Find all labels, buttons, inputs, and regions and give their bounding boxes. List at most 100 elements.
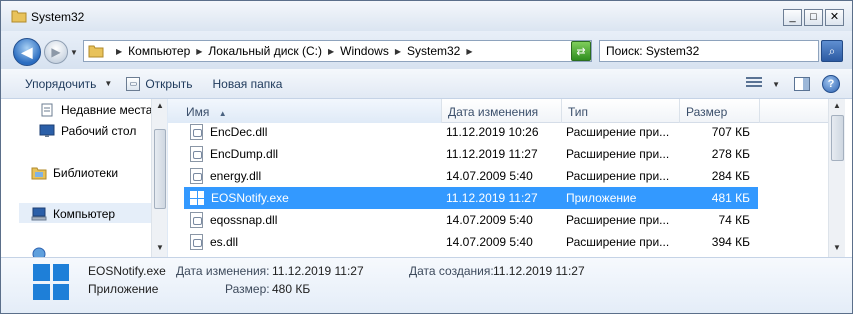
file-size: 284 КБ	[711, 169, 750, 183]
chevron-right-icon[interactable]: ▶	[466, 47, 472, 56]
file-date: 14.07.2009 5:40	[446, 169, 533, 183]
details-created-value: 11.12.2019 11:27	[493, 264, 585, 278]
address-bar[interactable]: ▶ Компьютер ▶ Локальный диск (C:) ▶ Wind…	[83, 40, 592, 62]
help-icon[interactable]: ?	[822, 75, 840, 93]
maximize-button[interactable]: □	[804, 9, 823, 26]
chevron-right-icon[interactable]: ▶	[196, 47, 202, 56]
file-type: Расширение при...	[566, 213, 670, 227]
address-row: ◀ ▶ ▼ ▶ Компьютер ▶ Локальный диск (C:) …	[1, 31, 852, 69]
refresh-button[interactable]: ⇄	[571, 41, 591, 61]
nav-label-libraries: Библиотеки	[53, 166, 119, 180]
file-type: Расширение при...	[566, 125, 670, 139]
table-row[interactable]: energy.dll 14.07.2009 5:40 Расширение пр…	[184, 165, 758, 187]
nav-item-desktop[interactable]: Рабочий стол	[39, 124, 136, 138]
file-size: 74 КБ	[718, 213, 750, 227]
dll-icon	[190, 146, 203, 162]
table-row[interactable]: EncDump.dll 11.12.2019 11:27 Расширение …	[184, 143, 758, 165]
file-date: 11.12.2019 10:26	[446, 125, 539, 139]
column-header-name[interactable]: Имя ▲	[168, 99, 442, 123]
navigation-pane: Недавние места Рабочий стол Библиотеки К…	[1, 99, 167, 261]
file-date: 14.07.2009 5:40	[446, 213, 533, 227]
open-button[interactable]: ▭ Открыть	[126, 76, 192, 91]
desktop-icon	[39, 124, 55, 137]
dll-icon	[190, 168, 203, 184]
column-header-type[interactable]: Тип	[562, 99, 680, 123]
organize-button[interactable]: Упорядочить ▼	[25, 77, 112, 91]
explorer-window: System32 _ □ ✕ ◀ ▶ ▼ ▶ Компьютер ▶ Локал…	[0, 0, 853, 314]
breadcrumb-system32[interactable]: System32	[407, 44, 460, 58]
new-folder-button[interactable]: Новая папка	[212, 77, 282, 91]
file-size: 278 КБ	[711, 147, 750, 161]
search-icon: ⌕	[828, 43, 836, 58]
file-name: energy.dll	[210, 169, 262, 183]
file-list-scroll-thumb[interactable]	[831, 115, 844, 161]
column-label-name: Имя	[186, 105, 210, 119]
view-options-icon[interactable]	[746, 77, 763, 91]
folder-icon	[88, 45, 104, 57]
refresh-icon: ⇄	[576, 45, 586, 58]
column-header-size[interactable]: Размер	[680, 99, 760, 123]
title-bar: System32 _ □ ✕	[1, 1, 852, 31]
preview-pane-icon[interactable]	[794, 77, 810, 91]
scroll-down-icon[interactable]: ▼	[156, 243, 164, 252]
file-name: EOSNotify.exe	[211, 191, 289, 205]
file-name: EncDump.dll	[210, 147, 279, 161]
search-button[interactable]: ⌕	[821, 40, 843, 62]
file-size: 481 КБ	[711, 191, 750, 205]
details-size-label: Размер:	[225, 282, 270, 296]
details-file-kind: Приложение	[88, 282, 159, 296]
table-row[interactable]: eqossnap.dll 14.07.2009 5:40 Расширение …	[184, 209, 758, 231]
table-row-selected[interactable]: EOSNotify.exe 11.12.2019 11:27 Приложени…	[184, 187, 758, 209]
chevron-right-icon[interactable]: ▶	[328, 47, 334, 56]
nav-scroll-thumb[interactable]	[154, 129, 166, 209]
details-pane: EOSNotify.exe Приложение Дата изменения:…	[1, 257, 852, 313]
folder-icon	[11, 10, 27, 23]
minimize-button[interactable]: _	[783, 9, 802, 26]
column-label-date: Дата изменения	[448, 105, 539, 119]
file-list-scrollbar[interactable]: ▲ ▼	[828, 99, 845, 257]
details-file-name: EOSNotify.exe	[88, 264, 166, 278]
window-title: System32	[31, 10, 85, 24]
nav-label-computer: Компьютер	[53, 207, 116, 221]
command-bar: Упорядочить ▼ ▭ Открыть Новая папка ▼ ?	[1, 69, 852, 99]
nav-item-computer[interactable]: Компьютер	[31, 207, 115, 221]
file-list-pane: Имя ▲ Дата изменения Тип Размер EncDec.d…	[168, 99, 852, 257]
chevron-right-icon[interactable]: ▶	[116, 47, 122, 56]
arrow-right-icon: ▶	[51, 45, 61, 59]
details-modified-label: Дата изменения:	[176, 264, 270, 278]
table-row[interactable]: es.dll 14.07.2009 5:40 Расширение при...…	[184, 231, 758, 253]
column-header-date[interactable]: Дата изменения	[442, 99, 562, 123]
file-type: Приложение	[566, 191, 637, 205]
close-button[interactable]: ✕	[825, 9, 844, 26]
chevron-down-icon[interactable]: ▼	[772, 80, 780, 89]
file-name: es.dll	[210, 235, 239, 249]
nav-item-recent[interactable]: Недавние места	[39, 103, 152, 117]
nav-item-libraries[interactable]: Библиотеки	[31, 166, 118, 180]
breadcrumb-local-disk[interactable]: Локальный диск (C:)	[208, 44, 322, 58]
recent-pages-dropdown[interactable]: ▼	[70, 48, 78, 57]
scroll-down-icon[interactable]: ▼	[833, 243, 841, 252]
windows-logo-icon	[33, 264, 69, 300]
details-created-label: Дата создания:	[409, 264, 494, 278]
chevron-right-icon[interactable]: ▶	[395, 47, 401, 56]
search-input[interactable]: Поиск: System32	[599, 40, 819, 62]
recent-places-icon	[41, 103, 53, 117]
breadcrumb-computer[interactable]: Компьютер	[128, 44, 190, 58]
nav-scrollbar[interactable]: ▲ ▼	[151, 99, 167, 257]
windows-logo-icon	[190, 191, 204, 205]
back-button[interactable]: ◀	[13, 38, 41, 66]
scroll-up-icon[interactable]: ▲	[833, 101, 841, 110]
dll-icon	[190, 234, 203, 250]
details-modified-value: 11.12.2019 11:27	[272, 264, 364, 278]
breadcrumb-windows[interactable]: Windows	[340, 44, 389, 58]
file-size: 707 КБ	[711, 125, 750, 139]
dll-icon	[190, 212, 203, 228]
file-name: eqossnap.dll	[210, 213, 278, 227]
forward-button[interactable]: ▶	[44, 40, 68, 64]
organize-label: Упорядочить	[25, 76, 97, 91]
libraries-icon	[31, 167, 47, 180]
table-row[interactable]: EncDec.dll 11.12.2019 10:26 Расширение п…	[184, 121, 758, 143]
scroll-up-icon[interactable]: ▲	[156, 101, 164, 110]
file-type: Расширение при...	[566, 235, 670, 249]
chevron-down-icon: ▼	[104, 79, 113, 88]
